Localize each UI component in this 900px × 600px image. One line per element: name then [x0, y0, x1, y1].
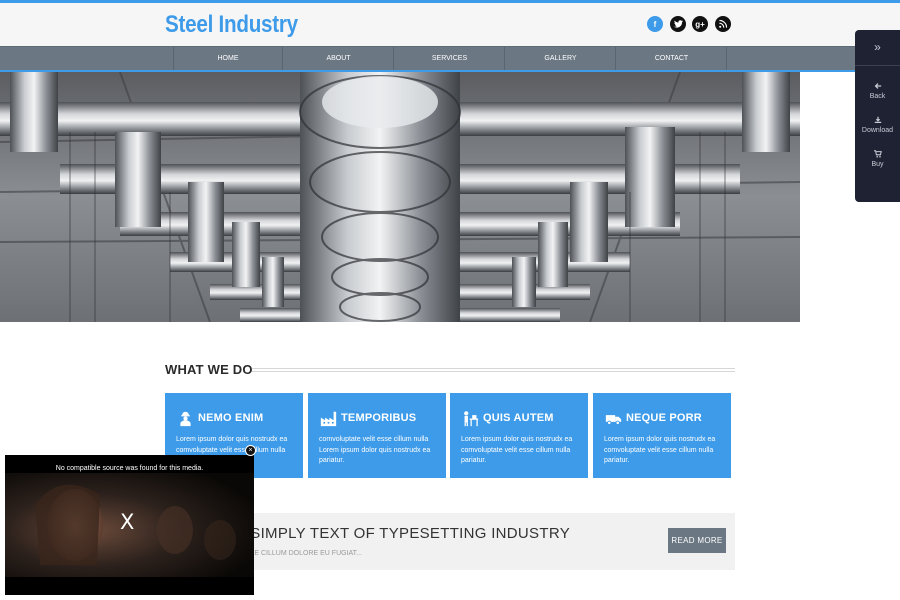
- twitter-icon[interactable]: [670, 16, 686, 32]
- nav-item-contact[interactable]: CONTACT: [617, 47, 727, 70]
- nav-item-gallery[interactable]: GALLERY: [506, 47, 616, 70]
- service-card[interactable]: TEMPORIBUS comvoluptate velit esse cillu…: [308, 393, 446, 478]
- section-title-what-we-do: WHAT WE DO: [165, 362, 253, 377]
- arrow-left-icon: [874, 83, 881, 89]
- video-placeholder-x: X: [120, 510, 135, 534]
- video-error-message: No compatible source was found for this …: [55, 465, 204, 472]
- side-panel: » Back Download Buy: [855, 30, 900, 202]
- back-label: Back: [869, 93, 886, 100]
- site-header: Steel Industry f g+: [0, 3, 900, 46]
- engineer-desk-icon: [464, 411, 479, 427]
- back-button[interactable]: Back: [855, 82, 900, 100]
- card-text: comvoluptate velit esse cillum nulla Lor…: [319, 436, 431, 464]
- facebook-icon[interactable]: f: [647, 16, 663, 32]
- google-plus-icon[interactable]: g+: [692, 16, 708, 32]
- card-title: NEQUE PORR: [626, 412, 702, 424]
- card-text: Lorem ipsum dolor quis nostrudx ea comvo…: [461, 436, 573, 464]
- google-plus-glyph: g+: [695, 19, 705, 29]
- rss-icon[interactable]: [715, 16, 731, 32]
- facebook-glyph: f: [653, 19, 657, 29]
- service-card[interactable]: QUIS AUTEM Lorem ipsum dolor quis nostru…: [450, 393, 588, 478]
- download-button[interactable]: Download: [855, 116, 900, 134]
- buy-button[interactable]: Buy: [855, 150, 900, 168]
- service-card[interactable]: NEQUE PORR Lorem ipsum dolor quis nostru…: [593, 393, 731, 478]
- nav-item-services[interactable]: SERVICES: [395, 47, 505, 70]
- hero-image-industrial-ducts: [0, 72, 800, 322]
- site-logo[interactable]: Steel Industry: [165, 11, 298, 39]
- nav-item-home[interactable]: HOME: [173, 47, 283, 70]
- video-player-overlay[interactable]: No compatible source was found for this …: [5, 455, 254, 595]
- card-title: TEMPORIBUS: [341, 412, 417, 424]
- double-chevron-right-icon[interactable]: »: [855, 40, 900, 54]
- card-title: QUIS AUTEM: [483, 412, 554, 424]
- factory-icon: [320, 411, 337, 427]
- section-title-divider: [252, 368, 735, 372]
- card-text: Lorem ipsum dolor quis nostrudx ea comvo…: [604, 436, 716, 464]
- worker-icon: [180, 411, 191, 427]
- nav-item-about[interactable]: ABOUT: [284, 47, 394, 70]
- buy-label: Buy: [871, 161, 884, 168]
- side-panel-divider: [855, 65, 900, 66]
- download-label: Download: [861, 127, 894, 134]
- read-more-button[interactable]: READ MORE: [668, 528, 726, 553]
- main-nav: HOME ABOUT SERVICES GALLERY CONTACT: [0, 46, 900, 70]
- close-icon[interactable]: ×: [245, 445, 256, 456]
- download-icon: [874, 116, 881, 123]
- card-title: NEMO ENIM: [198, 412, 264, 424]
- truck-icon: [605, 415, 622, 425]
- cart-icon: [873, 150, 882, 158]
